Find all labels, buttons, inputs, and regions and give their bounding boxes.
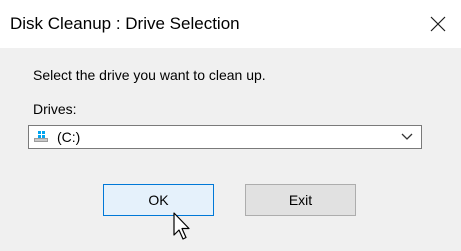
drive-select[interactable]: (C:) (28, 125, 422, 149)
drive-icon (34, 131, 48, 142)
prompt-text: Select the drive you want to clean up. (33, 67, 266, 83)
selected-drive: (C:) (57, 129, 81, 145)
ok-button-label: OK (148, 191, 169, 208)
window-title: Disk Cleanup : Drive Selection (10, 14, 240, 33)
ok-button[interactable]: OK (103, 184, 214, 216)
close-button[interactable] (415, 0, 461, 48)
drives-label: Drives: (33, 101, 77, 117)
close-icon (430, 16, 446, 32)
chevron-down-icon (401, 133, 413, 140)
mouse-cursor-icon (173, 212, 190, 240)
title-bar: Disk Cleanup : Drive Selection (0, 0, 461, 48)
exit-button-label: Exit (288, 191, 313, 208)
exit-button[interactable]: Exit (245, 184, 356, 216)
